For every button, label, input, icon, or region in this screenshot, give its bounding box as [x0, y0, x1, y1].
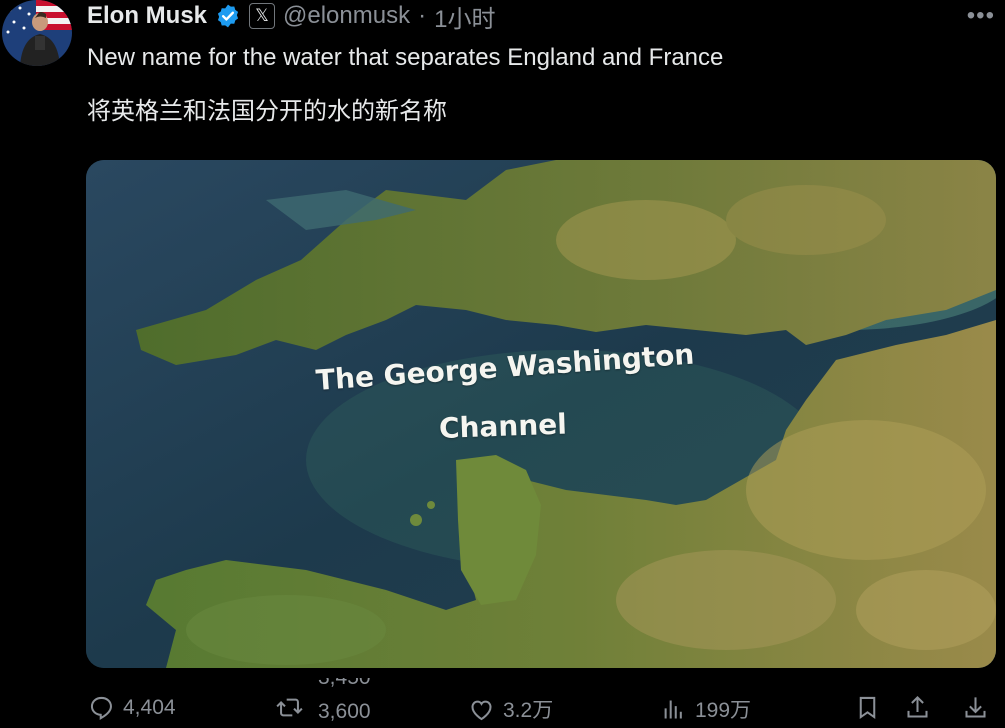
views-button[interactable]: 199万: [660, 694, 751, 724]
verified-badge-icon: [215, 3, 241, 29]
satellite-map-image: [86, 160, 996, 668]
heart-icon: [471, 700, 492, 720]
tweet-translation: 将英格兰和法国分开的水的新名称: [87, 97, 447, 125]
download-icon: [965, 697, 986, 718]
reply-count: 4,404: [123, 695, 176, 719]
author-name[interactable]: Elon Musk: [87, 2, 207, 30]
separator-dot: ·: [418, 2, 427, 29]
views-chart-icon: [664, 700, 682, 718]
x-affiliation-badge[interactable]: 𝕏: [249, 3, 276, 29]
like-button[interactable]: 3.2万: [468, 694, 553, 724]
retweet-button[interactable]: [276, 694, 303, 721]
tweet-image[interactable]: The George Washington Channel: [86, 160, 996, 668]
retweet-count-new: 3,600: [318, 700, 371, 723]
more-options-icon[interactable]: •••: [967, 4, 995, 28]
like-count: 3.2万: [503, 699, 554, 722]
avatar[interactable]: [2, 0, 72, 66]
download-button[interactable]: [962, 694, 989, 721]
avatar-image: [2, 0, 72, 66]
share-button[interactable]: [904, 694, 931, 721]
retweet-count-old: 3,450: [318, 678, 371, 690]
bookmark-icon: [859, 696, 876, 720]
reply-icon: [90, 696, 112, 720]
bookmark-button[interactable]: [854, 694, 881, 721]
retweet-icon: [276, 698, 303, 717]
reply-button[interactable]: 4,404: [88, 694, 176, 721]
tweet-action-bar: 4,404 3,450 3,600 3.2万 199万: [86, 678, 1005, 727]
share-icon: [907, 695, 928, 718]
tweet-text: New name for the water that separates En…: [87, 44, 724, 71]
views-count: 199万: [695, 699, 752, 722]
retweet-count: 3,450 3,600: [318, 678, 388, 728]
author-handle[interactable]: @elonmusk: [283, 2, 410, 30]
tweet-header: Elon Musk 𝕏 @elonmusk · 1小时: [87, 2, 495, 33]
tweet-timestamp[interactable]: 1小时: [434, 0, 495, 34]
